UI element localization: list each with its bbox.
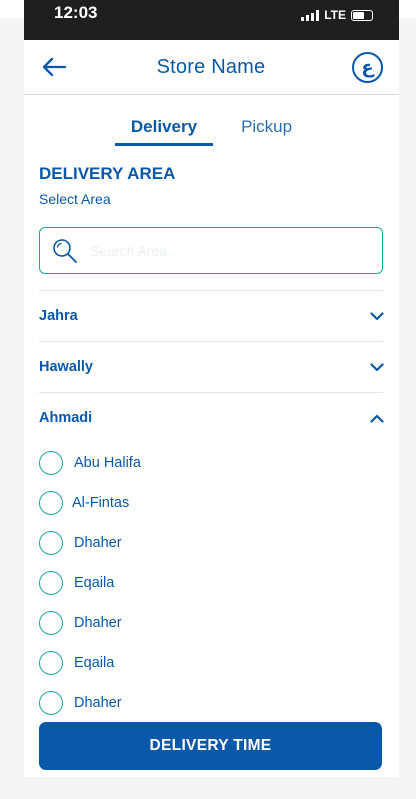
status-bar: 12:03 LTE: [24, 0, 399, 40]
tab-bar: Delivery Pickup: [24, 117, 399, 146]
area-label: Eqaila: [74, 575, 115, 591]
section-title: DELIVERY AREA: [39, 164, 176, 183]
region-name: Ahmadi: [39, 410, 93, 426]
area-label: Dhaher: [74, 695, 122, 711]
battery-icon: [351, 9, 373, 21]
back-button[interactable]: [38, 51, 70, 83]
area-option[interactable]: Eqaila: [24, 563, 399, 603]
area-label: Dhaher: [74, 535, 122, 551]
app-header: Store Name ع: [24, 40, 399, 95]
language-button[interactable]: ع: [352, 51, 383, 83]
region-hawally[interactable]: Hawally: [24, 342, 399, 392]
region-jahra[interactable]: Jahra: [24, 291, 399, 341]
search-input[interactable]: [90, 242, 340, 259]
signal-icon: [301, 9, 320, 21]
area-option[interactable]: Dhaher: [24, 603, 399, 643]
chevron-up-icon: [370, 414, 384, 423]
page-title: Store Name: [156, 55, 266, 78]
tab-pickup[interactable]: Pickup: [225, 117, 308, 146]
radio-button[interactable]: [39, 491, 63, 515]
delivery-time-button[interactable]: DELIVERY TIME: [39, 722, 382, 770]
radio-button[interactable]: [39, 651, 63, 675]
area-label: Dhaher: [74, 615, 122, 631]
area-label: Abu Halifa: [74, 455, 141, 471]
tab-delivery[interactable]: Delivery: [114, 117, 214, 146]
area-label: Al-Fintas: [72, 495, 130, 511]
area-label: Eqaila: [74, 655, 115, 671]
area-option[interactable]: Al-Fintas: [24, 483, 399, 523]
area-option[interactable]: Dhaher: [24, 683, 399, 723]
chevron-down-icon: [370, 362, 384, 371]
area-option[interactable]: Eqaila: [24, 643, 399, 683]
phone-screen: 12:03 LTE Store Name ع Delivery Pickup D…: [24, 0, 399, 777]
radio-button[interactable]: [39, 531, 63, 555]
area-option[interactable]: Abu Halifa: [24, 443, 399, 483]
status-icons: LTE: [301, 8, 373, 22]
arabic-letter-icon: ع: [361, 56, 374, 78]
radio-button[interactable]: [39, 451, 63, 475]
status-time: 12:03: [54, 3, 98, 22]
region-name: Jahra: [39, 308, 78, 324]
radio-button[interactable]: [39, 571, 63, 595]
region-ahmadi[interactable]: Ahmadi: [24, 393, 399, 443]
arrow-left-icon: [42, 57, 67, 77]
radio-button[interactable]: [39, 691, 63, 715]
network-type: LTE: [324, 8, 346, 22]
area-option[interactable]: Dhaher: [24, 523, 399, 563]
section-subtitle: Select Area: [39, 191, 111, 207]
chevron-down-icon: [370, 311, 384, 320]
search-box: [39, 227, 383, 274]
region-name: Hawally: [39, 359, 93, 375]
radio-button[interactable]: [39, 611, 63, 635]
search-icon: [53, 238, 77, 263]
